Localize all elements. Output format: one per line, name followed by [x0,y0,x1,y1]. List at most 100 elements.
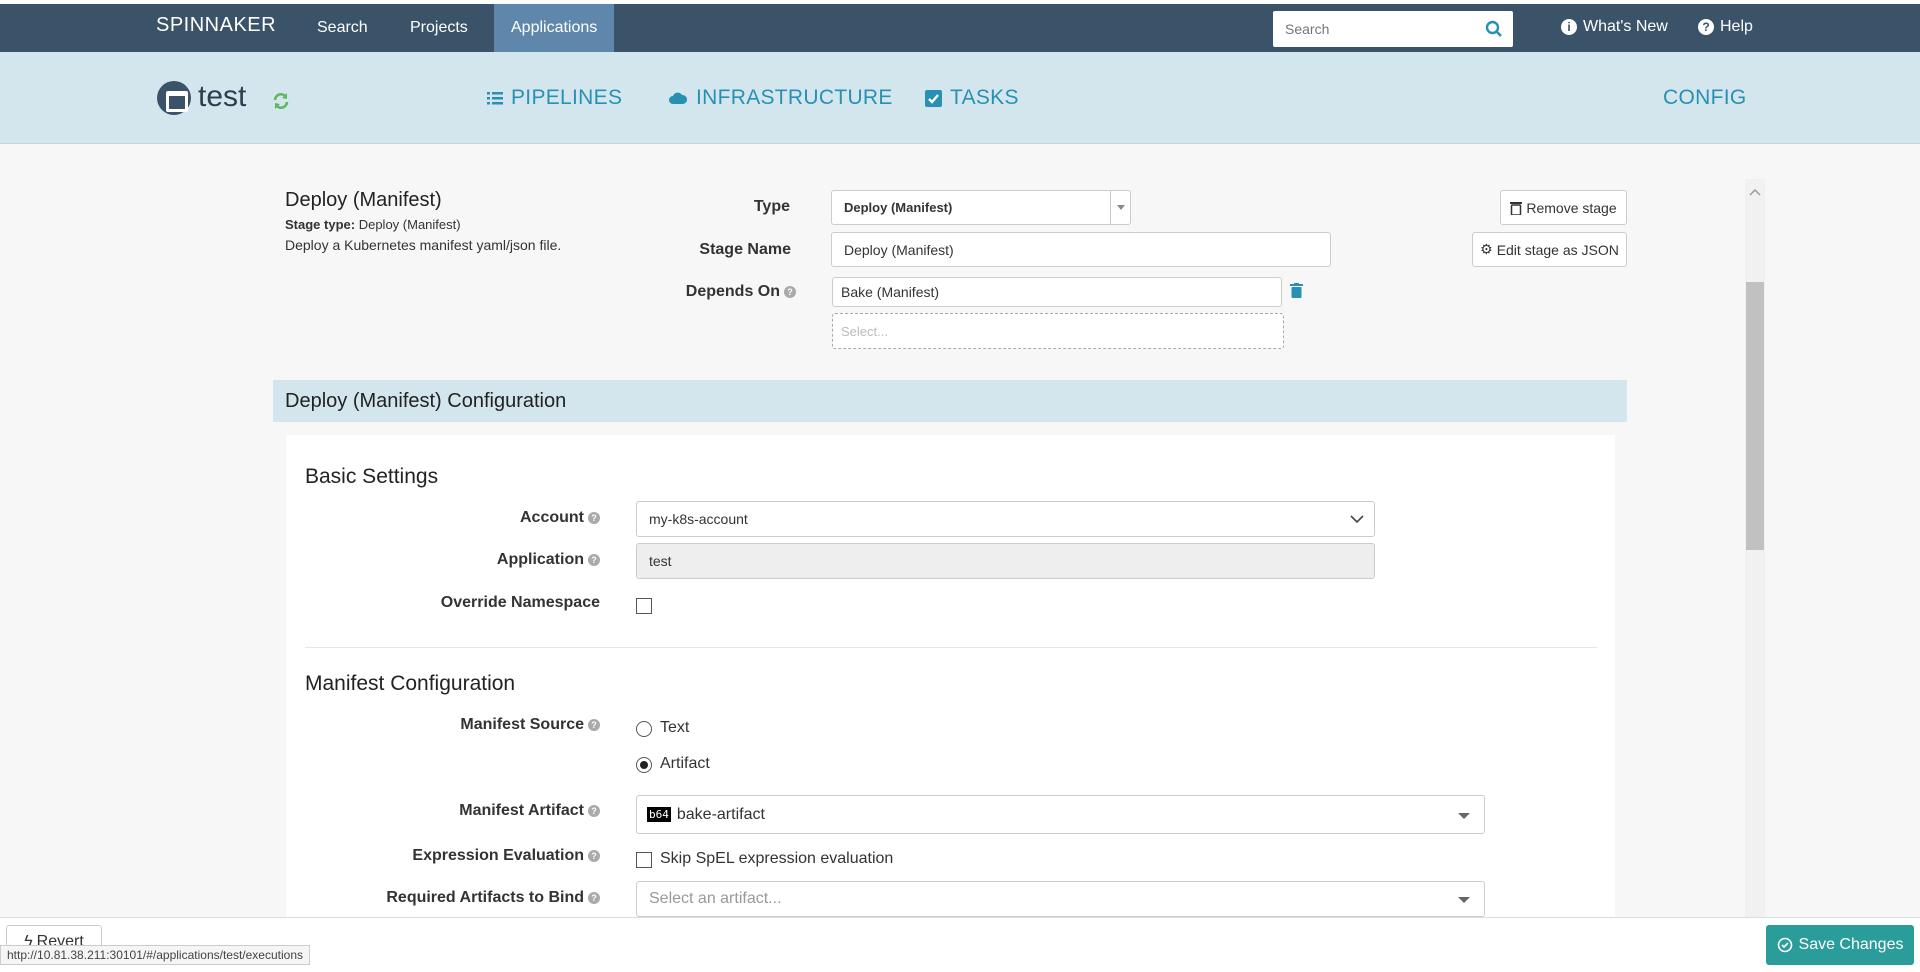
application-label-text: Application [496,551,584,568]
application-icon [157,81,191,115]
manifest-source-label-text: Manifest Source [460,716,584,733]
application-name: test [198,80,247,113]
checkbox-icon [925,89,942,107]
info-icon: i [1561,19,1577,35]
required-artifacts-placeholder: Select an artifact... [649,890,782,907]
account-select[interactable]: my-k8s-account [636,501,1375,537]
tab-infrastructure[interactable]: INFRASTRUCTURE [668,86,893,110]
configuration-header: Deploy (Manifest) Configuration [273,380,1627,422]
required-artifacts-label-text: Required Artifacts to Bind [386,889,584,906]
depends-on-item[interactable]: Bake (Manifest) [832,277,1282,307]
help-icon[interactable]: ? [588,511,600,524]
basic-settings-title: Basic Settings [305,465,439,488]
nav-projects[interactable]: Projects [393,4,485,52]
chevron-down-icon [1458,813,1470,819]
type-select-value: Deploy (Manifest) [844,200,953,215]
remove-stage-button[interactable]: Remove stage [1500,190,1627,225]
nav-search[interactable]: Search [300,4,385,52]
help-link[interactable]: ? Help [1698,18,1753,36]
source-artifact-radio[interactable] [636,757,652,773]
edit-stage-json-button[interactable]: ⚙ Edit stage as JSON [1472,232,1627,267]
stage-description: Deploy a Kubernetes manifest yaml/json f… [285,237,562,253]
account-label-text: Account [520,509,584,526]
trash-icon [1510,201,1523,215]
manifest-artifact-label-text: Manifest Artifact [459,802,584,819]
configuration-title: Deploy (Manifest) Configuration [285,390,567,412]
help-icon[interactable]: ? [588,891,600,904]
required-artifacts-label: Required Artifacts to Bind? [340,889,600,907]
chevron-down-icon [1117,205,1125,210]
manifest-artifact-select[interactable]: b64 bake-artifact [636,795,1485,834]
stage-name-label: Stage Name [699,241,791,258]
application-input: test [636,543,1375,579]
help-icon[interactable]: ? [588,849,600,862]
account-label: Account? [380,509,600,527]
stage-name-input[interactable]: Deploy (Manifest) [831,232,1331,267]
save-changes-button[interactable]: Save Changes [1766,925,1914,965]
whats-new-link[interactable]: i What's New [1561,18,1668,36]
override-namespace-label: Override Namespace [440,594,600,611]
scrollbar-thumb[interactable] [1746,282,1764,550]
gear-icon: ⚙ [1480,241,1493,257]
search-icon[interactable] [1485,20,1503,42]
type-select[interactable]: Deploy (Manifest) [831,190,1131,225]
stage-type-value: Deploy (Manifest) [358,217,461,232]
refresh-icon[interactable] [272,92,290,114]
global-search [1273,11,1513,47]
help-icon[interactable]: ? [588,553,600,566]
skip-spel-checkbox[interactable] [636,852,652,868]
brand-logo[interactable]: SPINNAKER [156,14,276,37]
manifest-artifact-label: Manifest Artifact? [380,802,600,820]
section-divider [305,647,1597,648]
account-value: my-k8s-account [649,511,748,527]
manifest-artifact-value: bake-artifact [676,805,765,823]
stage-editor: Deploy (Manifest) Stage type: Deploy (Ma… [0,145,1920,925]
tab-infrastructure-label: INFRASTRUCTURE [696,86,893,109]
tab-pipelines-label: PIPELINES [511,86,623,109]
expression-evaluation-label: Expression Evaluation? [360,847,600,865]
status-bar-url: http://10.81.38.211:30101/#/applications… [0,945,310,965]
help-label: Help [1720,18,1753,35]
list-icon [487,92,503,105]
scroll-up-icon[interactable] [1749,183,1761,200]
required-artifacts-select[interactable]: Select an artifact... [636,881,1485,917]
expression-evaluation-label-text: Expression Evaluation [412,847,584,864]
depends-on-select[interactable]: Select... [832,313,1284,349]
remove-stage-label: Remove stage [1526,199,1617,216]
type-label: Type [753,198,790,215]
trash-icon[interactable] [1290,283,1303,302]
tab-tasks[interactable]: TASKS [925,86,1019,110]
check-circle-icon [1777,937,1792,953]
help-icon[interactable]: ? [784,285,796,298]
depends-on-label: Depends On? [660,283,796,301]
tab-config[interactable]: CONFIG [1663,86,1746,110]
question-icon: ? [1698,19,1714,35]
tab-tasks-label: TASKS [950,86,1019,109]
base64-icon: b64 [647,807,671,822]
whats-new-label: What's New [1583,18,1668,35]
search-input[interactable] [1273,11,1473,47]
save-changes-label: Save Changes [1798,936,1904,953]
tab-config-label: CONFIG [1663,86,1747,109]
stage-type: Stage type: Deploy (Manifest) [285,217,461,232]
application-header: test PIPELINES INFRASTRUCTURE TASKS CONF… [0,52,1920,144]
source-text-label[interactable]: Text [660,719,689,737]
application-label: Application? [380,551,600,569]
override-namespace-checkbox[interactable] [636,598,652,614]
skip-spel-label[interactable]: Skip SpEL expression evaluation [660,850,893,868]
nav-applications[interactable]: Applications [494,4,615,52]
tab-pipelines[interactable]: PIPELINES [487,86,622,110]
source-artifact-label[interactable]: Artifact [660,755,710,773]
source-text-radio[interactable] [636,721,652,737]
stage-title: Deploy (Manifest) [285,189,442,211]
depends-on-label-text: Depends On [685,283,780,300]
manifest-source-label: Manifest Source? [380,716,600,734]
help-icon[interactable]: ? [588,718,600,731]
top-navbar: SPINNAKER Search Projects Applications i… [0,0,1920,52]
chevron-down-icon [1350,515,1364,524]
edit-stage-json-label: Edit stage as JSON [1496,241,1619,258]
manifest-configuration-title: Manifest Configuration [305,672,516,695]
chevron-down-icon [1458,897,1470,903]
cloud-icon [669,92,688,104]
help-icon[interactable]: ? [588,804,600,817]
